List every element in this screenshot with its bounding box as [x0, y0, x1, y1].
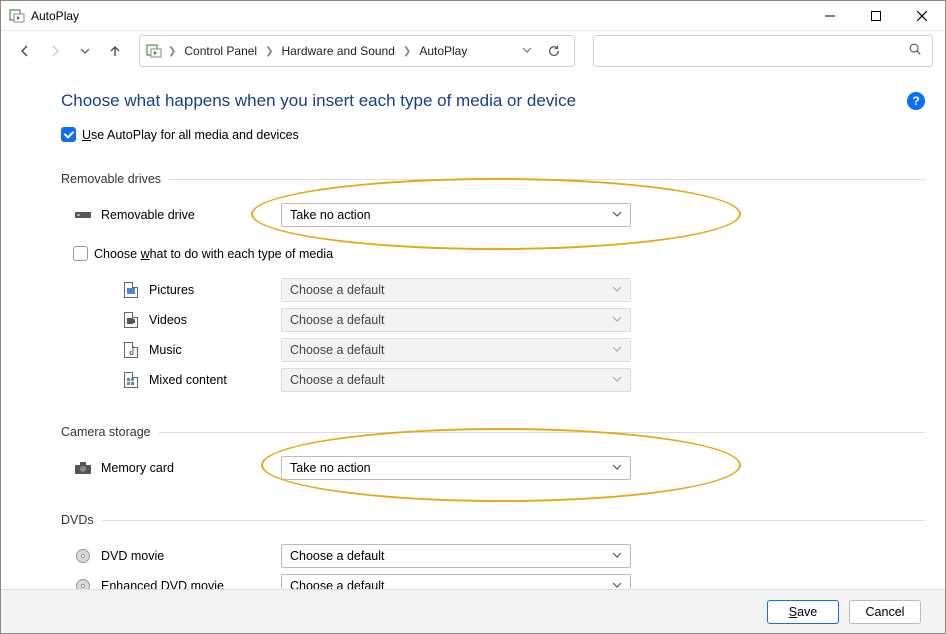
chevron-down-icon — [612, 313, 622, 327]
chevron-right-icon[interactable]: ❯ — [263, 46, 275, 57]
choose-per-media-label: Choose what to do with each type of medi… — [94, 247, 333, 261]
breadcrumb-autoplay[interactable]: AutoPlay — [417, 42, 469, 60]
breadcrumb-hardware-sound[interactable]: Hardware and Sound — [280, 42, 397, 60]
search-icon[interactable] — [908, 42, 922, 61]
section-removable-drives: Removable drives — [61, 172, 925, 186]
save-button[interactable]: Save — [767, 600, 839, 624]
chevron-right-icon[interactable]: ❯ — [401, 46, 413, 57]
back-button[interactable] — [13, 39, 37, 63]
section-camera-storage: Camera storage — [61, 425, 925, 439]
scroll-pane[interactable]: Choose what happens when you insert each… — [1, 71, 945, 589]
removable-drive-combo[interactable]: Take no action — [281, 203, 631, 227]
maximize-button[interactable] — [853, 1, 899, 31]
chevron-right-icon[interactable]: ❯ — [166, 46, 178, 57]
enhanced-dvd-combo[interactable]: Choose a default — [281, 574, 631, 589]
content-area: Choose what happens when you insert each… — [1, 71, 945, 589]
videos-label: Videos — [149, 313, 281, 327]
use-autoplay-label: Use AutoPlay for all media and devices — [82, 128, 299, 142]
chevron-down-icon — [612, 208, 622, 222]
recent-dropdown[interactable] — [73, 39, 97, 63]
cancel-button[interactable]: Cancel — [849, 600, 921, 624]
mixed-label: Mixed content — [149, 373, 281, 387]
disc-icon — [75, 548, 91, 564]
dvd-movie-label: DVD movie — [101, 549, 281, 563]
chevron-down-icon — [612, 579, 622, 589]
pictures-label: Pictures — [149, 283, 281, 297]
chevron-down-icon — [612, 343, 622, 357]
drive-icon — [75, 207, 91, 223]
help-button[interactable]: ? — [907, 92, 925, 110]
titlebar: AutoPlay — [1, 1, 945, 31]
autoplay-icon — [9, 8, 25, 24]
pictures-icon — [123, 282, 139, 298]
videos-icon — [123, 312, 139, 328]
search-input[interactable] — [604, 43, 908, 59]
window-title: AutoPlay — [31, 9, 807, 23]
window-controls — [807, 1, 945, 31]
enhanced-dvd-label: Enhanced DVD movie — [101, 579, 281, 589]
mixed-combo[interactable]: Choose a default — [281, 368, 631, 392]
videos-combo[interactable]: Choose a default — [281, 308, 631, 332]
pictures-combo[interactable]: Choose a default — [281, 278, 631, 302]
toolbar: ❯ Control Panel ❯ Hardware and Sound ❯ A… — [1, 31, 945, 71]
page-heading: Choose what happens when you insert each… — [61, 91, 907, 111]
removable-drive-label: Removable drive — [101, 208, 281, 222]
section-dvds: DVDs — [61, 513, 925, 527]
address-bar[interactable]: ❯ Control Panel ❯ Hardware and Sound ❯ A… — [139, 35, 575, 67]
choose-per-media-checkbox[interactable] — [73, 246, 88, 261]
refresh-button[interactable] — [540, 44, 568, 58]
music-label: Music — [149, 343, 281, 357]
search-box[interactable] — [593, 35, 933, 67]
music-icon — [123, 342, 139, 358]
memory-card-combo[interactable]: Take no action — [281, 456, 631, 480]
chevron-down-icon — [612, 283, 622, 297]
disc-icon — [75, 578, 91, 589]
minimize-button[interactable] — [807, 1, 853, 31]
use-autoplay-checkbox[interactable] — [61, 127, 76, 142]
memory-card-label: Memory card — [101, 461, 281, 475]
address-icon — [146, 43, 162, 59]
chevron-down-icon — [612, 373, 622, 387]
close-button[interactable] — [899, 1, 945, 31]
forward-button[interactable] — [43, 39, 67, 63]
footer: Save Cancel — [1, 589, 945, 633]
mixed-icon — [123, 372, 139, 388]
chevron-down-icon — [612, 549, 622, 563]
dvd-movie-combo[interactable]: Choose a default — [281, 544, 631, 568]
breadcrumb-control-panel[interactable]: Control Panel — [182, 42, 259, 60]
camera-icon — [75, 460, 91, 476]
music-combo[interactable]: Choose a default — [281, 338, 631, 362]
window-frame: AutoPlay ❯ Control Panel ❯ Hardware and … — [0, 0, 946, 634]
address-dropdown-icon[interactable] — [522, 42, 532, 60]
chevron-down-icon — [612, 461, 622, 475]
up-button[interactable] — [103, 39, 127, 63]
